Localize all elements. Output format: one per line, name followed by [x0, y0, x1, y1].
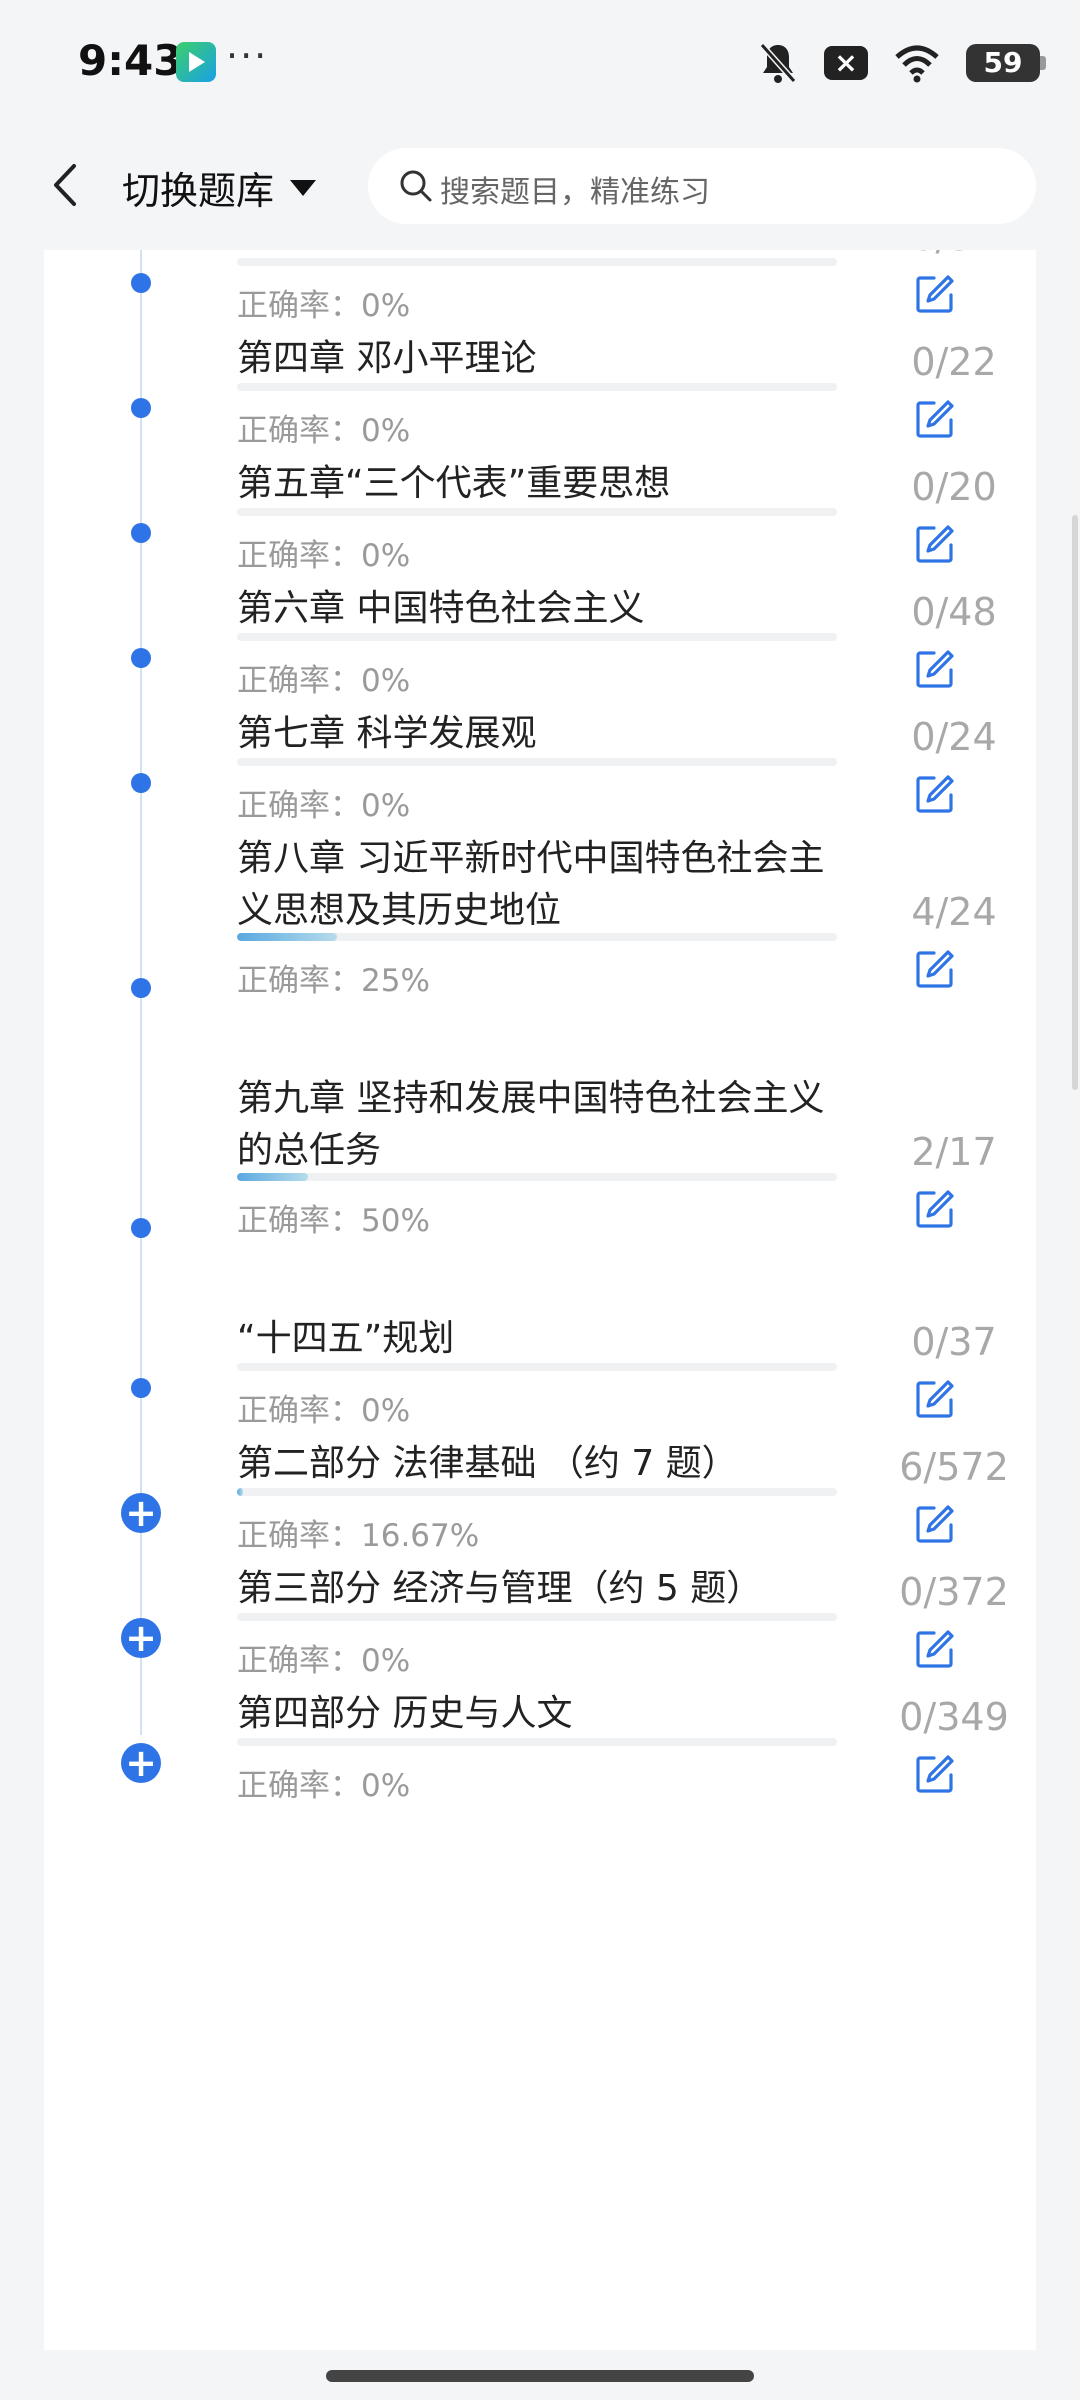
list-item[interactable]: 第五章“三个代表”重要思想 正确率：0% 0/20: [44, 410, 1036, 574]
edit-practice-icon[interactable]: [914, 1753, 956, 1795]
progress-bar: [237, 1363, 837, 1371]
question-count: 4/24: [911, 890, 997, 934]
list-item[interactable]: + 第四部分 历史与人文正确率：0% 0/349: [44, 1640, 1036, 1804]
caret-down-icon[interactable]: [290, 180, 316, 196]
search-placeholder: 搜索题目，精准练习: [440, 175, 710, 210]
question-count: 0/372: [899, 1570, 1009, 1614]
search-input[interactable]: 搜索题目，精准练习: [368, 148, 1036, 224]
list-item[interactable]: + 第二部分 法律基础 （约 7 题） 正确率：16.67% 6/572: [44, 1390, 1036, 1554]
status-bar: 9:43 ··· × 59: [0, 0, 1080, 120]
question-count: 0/48: [911, 590, 997, 634]
progress-fill: [237, 1173, 308, 1181]
search-icon: [400, 170, 432, 202]
top-nav: 切换题库 搜索题目，精准练习: [0, 120, 1080, 250]
progress-bar: [237, 508, 837, 516]
question-count: 0/37: [911, 1320, 997, 1364]
more-notifications-icon: ···: [226, 34, 269, 78]
progress-bar: [237, 1173, 837, 1181]
question-count: 0/349: [899, 1695, 1009, 1739]
progress-bar: [237, 383, 837, 391]
question-count: 0/24: [911, 715, 997, 759]
chapter-title[interactable]: 第二部分 法律基础 （约 7 题）: [237, 1438, 857, 1490]
list-item[interactable]: 第四章 邓小平理论 正确率：0% 0/22: [44, 285, 1036, 449]
back-arrow-icon[interactable]: [46, 160, 86, 210]
accuracy-text: 正确率：25%: [237, 963, 430, 999]
chapter-title[interactable]: 第七章 科学发展观: [237, 708, 857, 760]
clock: 9:43: [78, 36, 183, 85]
timeline-dot: [131, 1218, 151, 1238]
list-item[interactable]: 第九章 坚持和发展中国特色社会主义的总任务正确率：50% 2/17: [44, 1025, 1036, 1265]
question-count: 6/572: [899, 1445, 1009, 1489]
accuracy-text: 正确率：0%: [237, 1768, 411, 1804]
home-indicator[interactable]: [326, 2370, 754, 2382]
list-item[interactable]: 第六章 中国特色社会主义 正确率：0% 0/48: [44, 535, 1036, 699]
question-count: 2/17: [911, 1130, 997, 1174]
question-count: 0/37: [864, 250, 1036, 259]
chapter-title[interactable]: 第八章 习近平新时代中国特色社会主义思想及其历史地位: [237, 833, 857, 937]
progress-bar: [237, 1488, 837, 1496]
list-item[interactable]: 第七章 科学发展观 正确率：0% 0/24: [44, 660, 1036, 824]
question-count: 0/22: [911, 340, 997, 384]
list-item[interactable]: 第三章 毛泽东思想正确率：0%0/37: [44, 250, 1036, 324]
accuracy-text: 正确率：50%: [237, 1203, 430, 1239]
progress-fill: [237, 1488, 243, 1496]
video-app-icon: [176, 42, 216, 82]
progress-bar: [237, 633, 837, 641]
list-item[interactable]: 第八章 习近平新时代中国特色社会主义思想及其历史地位正确率：25% 4/24: [44, 785, 1036, 1025]
close-notification-icon: ×: [824, 46, 868, 80]
chapter-title[interactable]: 第五章“三个代表”重要思想: [237, 458, 857, 510]
chapter-title[interactable]: 第三部分 经济与管理（约 5 题）: [237, 1563, 857, 1615]
scrollbar[interactable]: [1072, 515, 1078, 1090]
list-item[interactable]: “十四五”规划 正确率：0% 0/37: [44, 1265, 1036, 1429]
question-count: 0/20: [911, 465, 997, 509]
timeline-dot: [131, 978, 151, 998]
chapter-title[interactable]: 第四部分 历史与人文: [237, 1688, 857, 1740]
wifi-icon: [895, 45, 939, 83]
progress-bar: [237, 933, 837, 941]
chapter-title[interactable]: 第九章 坚持和发展中国特色社会主义的总任务: [237, 1073, 857, 1177]
bell-off-icon: [759, 43, 797, 83]
battery-icon: 59: [966, 44, 1046, 82]
list-item[interactable]: + 第三部分 经济与管理（约 5 题） 正确率：0% 0/372: [44, 1515, 1036, 1679]
progress-fill: [237, 933, 338, 941]
progress-bar: [237, 1738, 837, 1746]
edit-practice-icon[interactable]: [914, 948, 956, 990]
switch-question-bank-button[interactable]: 切换题库: [122, 160, 274, 215]
edit-practice-icon[interactable]: [914, 1188, 956, 1230]
chapter-title[interactable]: 第四章 邓小平理论: [237, 333, 857, 385]
chapter-title[interactable]: “十四五”规划: [237, 1313, 857, 1365]
chapter-list-card: 第三章 毛泽东思想正确率：0%0/37第四章 邓小平理论正确率：0%0/22第五…: [44, 250, 1036, 2350]
progress-bar: [237, 1613, 837, 1621]
expand-plus-icon[interactable]: +: [121, 1743, 161, 1783]
progress-bar: [237, 758, 837, 766]
progress-bar: [237, 258, 837, 266]
chapter-title[interactable]: 第六章 中国特色社会主义: [237, 583, 857, 635]
